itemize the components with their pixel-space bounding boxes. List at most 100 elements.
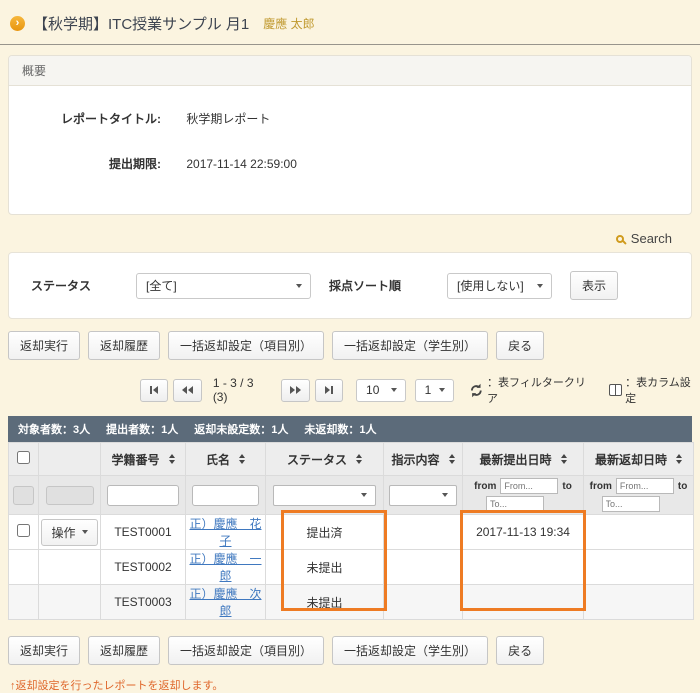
return-date-filter: fromto xyxy=(584,476,693,514)
chevron-down-icon xyxy=(296,284,302,288)
page-size-select[interactable]: 10 xyxy=(356,379,406,402)
deadline-value: 2017-11-14 22:59:00 xyxy=(186,157,297,171)
table-row: TEST0003 正）慶應 次郎 未提出 xyxy=(9,585,694,620)
return-exec-button[interactable]: 返却実行 xyxy=(8,636,80,665)
table-column-config[interactable]: ：表カラム設定 xyxy=(609,374,700,406)
table-row: 操作 TEST0001 正）慶應 花子 提出済 2017-11-13 19:34 xyxy=(9,515,694,550)
submission-from-input[interactable] xyxy=(500,478,558,494)
overview-panel: 概要 レポートタイトル: 秋学期レポート 提出期限: 2017-11-14 22… xyxy=(8,55,692,215)
page-title: 【秋学期】ITC授業サンプル 月1 xyxy=(33,13,249,34)
return-from-input[interactable] xyxy=(616,478,674,494)
instruction-filter-dropdown[interactable] xyxy=(389,485,458,506)
table-columns-icon xyxy=(609,384,622,396)
page-header: › 【秋学期】ITC授業サンプル 月1 慶應 太郎 xyxy=(0,0,700,34)
student-id-cell: TEST0001 xyxy=(101,515,186,550)
page-number-value: 1 xyxy=(425,383,432,397)
back-button[interactable]: 戻る xyxy=(496,636,544,665)
next-page-icon xyxy=(290,386,295,394)
footer-note: ↑返却設定を行ったレポートを返却します。 xyxy=(10,677,690,693)
status-filter-label: ステータス xyxy=(31,277,136,294)
instruction-cell xyxy=(384,550,463,585)
chevron-down-icon xyxy=(439,388,445,392)
column-header-student-id: 学籍番号 xyxy=(101,443,186,476)
next-page-button[interactable] xyxy=(281,379,309,402)
chevron-down-icon xyxy=(391,388,397,392)
search-panel: ステータス [全て] 採点ソート順 [使用しない] 表示 xyxy=(8,252,692,319)
table-filter-row: fromto fromto xyxy=(9,476,694,515)
operation-button[interactable]: 操作 xyxy=(41,519,97,546)
return-history-button[interactable]: 返却履歴 xyxy=(88,636,160,665)
latest-submission-cell xyxy=(463,585,584,620)
results-table-wrap: 学籍番号 氏名 ステータス 指示内容 最新提出日時 最新返却日時 fromto xyxy=(8,442,692,620)
submission-date-filter: fromto xyxy=(463,476,583,514)
search-toggle-label: Search xyxy=(631,231,672,246)
sort-icon[interactable] xyxy=(449,454,455,464)
filter-disabled-box xyxy=(46,486,94,505)
last-page-button[interactable] xyxy=(315,379,343,402)
return-to-input[interactable] xyxy=(602,496,660,512)
search-icon xyxy=(616,235,624,243)
chevron-down-icon xyxy=(361,493,367,497)
instruction-cell xyxy=(384,585,463,620)
status-filter-value: [全て] xyxy=(146,277,177,294)
chevron-down-icon xyxy=(537,284,543,288)
sort-icon[interactable] xyxy=(239,454,245,464)
column-header-name: 氏名 xyxy=(186,443,266,476)
latest-submission-cell: 2017-11-13 19:34 xyxy=(463,515,584,550)
return-history-button[interactable]: 返却履歴 xyxy=(88,331,160,360)
results-table: 学籍番号 氏名 ステータス 指示内容 最新提出日時 最新返却日時 fromto xyxy=(8,442,694,620)
student-name-link[interactable]: 正）慶應 花子 xyxy=(189,517,261,548)
row-checkbox[interactable] xyxy=(17,524,30,537)
action-bar-bottom: 返却実行 返却履歴 一括返却設定（項目別） 一括返却設定（学生別） 戻る xyxy=(8,636,692,665)
submission-to-input[interactable] xyxy=(486,496,544,512)
latest-return-cell xyxy=(584,585,694,620)
sort-icon[interactable] xyxy=(676,454,682,464)
show-button[interactable]: 表示 xyxy=(570,271,618,300)
table-column-config-label: ：表カラム設定 xyxy=(625,374,700,406)
stat-target-count: 対象者数：3人 xyxy=(18,421,90,437)
sort-icon[interactable] xyxy=(169,454,175,464)
student-name-link[interactable]: 正）慶應 一郎 xyxy=(189,552,261,583)
table-filter-clear[interactable]: ：表フィルタークリア xyxy=(469,374,594,406)
deadline-row: 提出期限: 2017-11-14 22:59:00 xyxy=(9,155,691,172)
page-range-text: 1 - 3 / 3 (3) xyxy=(213,376,270,404)
filter-disabled-box xyxy=(13,486,34,505)
stats-bar: 対象者数：3人 提出者数：1人 返却未設定数：1人 未返却数：1人 xyxy=(8,416,692,442)
action-bar-top: 返却実行 返却履歴 一括返却設定（項目別） 一括返却設定（学生別） 戻る xyxy=(8,331,692,360)
sort-icon[interactable] xyxy=(561,454,567,464)
status-cell: 未提出 xyxy=(266,585,384,620)
return-exec-button[interactable]: 返却実行 xyxy=(8,331,80,360)
column-header-latest-return: 最新返却日時 xyxy=(584,443,694,476)
back-button[interactable]: 戻る xyxy=(496,331,544,360)
select-all-checkbox[interactable] xyxy=(17,451,30,464)
column-header-instruction: 指示内容 xyxy=(384,443,463,476)
search-toggle[interactable]: Search xyxy=(0,231,672,246)
report-title-value: 秋学期レポート xyxy=(186,112,270,126)
instruction-cell xyxy=(384,515,463,550)
student-name-link[interactable]: 正）慶應 次郎 xyxy=(189,587,261,618)
column-header-latest-submission: 最新提出日時 xyxy=(463,443,584,476)
column-header-status: ステータス xyxy=(266,443,384,476)
page-number-select[interactable]: 1 xyxy=(415,379,455,402)
status-filter-dropdown[interactable] xyxy=(273,485,376,506)
bulk-return-by-item-button[interactable]: 一括返却設定（項目別） xyxy=(168,331,324,360)
sort-icon[interactable] xyxy=(356,454,362,464)
status-filter-select[interactable]: [全て] xyxy=(136,273,311,299)
overview-panel-title: 概要 xyxy=(9,56,691,86)
name-filter-input[interactable] xyxy=(192,485,260,506)
table-filter-clear-label: ：表フィルタークリア xyxy=(487,374,594,406)
bulk-return-by-student-button[interactable]: 一括返却設定（学生別） xyxy=(332,331,488,360)
grade-sort-select[interactable]: [使用しない] xyxy=(447,273,552,299)
table-header-row: 学籍番号 氏名 ステータス 指示内容 最新提出日時 最新返却日時 xyxy=(9,443,694,476)
prev-page-button[interactable] xyxy=(173,379,201,402)
first-page-button[interactable] xyxy=(140,379,168,402)
bulk-return-by-student-button[interactable]: 一括返却設定（学生別） xyxy=(332,636,488,665)
chevron-down-icon xyxy=(442,493,448,497)
grade-sort-label: 採点ソート順 xyxy=(329,277,401,294)
bulk-return-by-item-button[interactable]: 一括返却設定（項目別） xyxy=(168,636,324,665)
header-divider xyxy=(0,44,700,45)
student-id-cell: TEST0003 xyxy=(101,585,186,620)
student-id-filter-input[interactable] xyxy=(107,485,179,506)
prev-page-icon xyxy=(182,386,187,394)
grade-sort-value: [使用しない] xyxy=(457,277,524,294)
